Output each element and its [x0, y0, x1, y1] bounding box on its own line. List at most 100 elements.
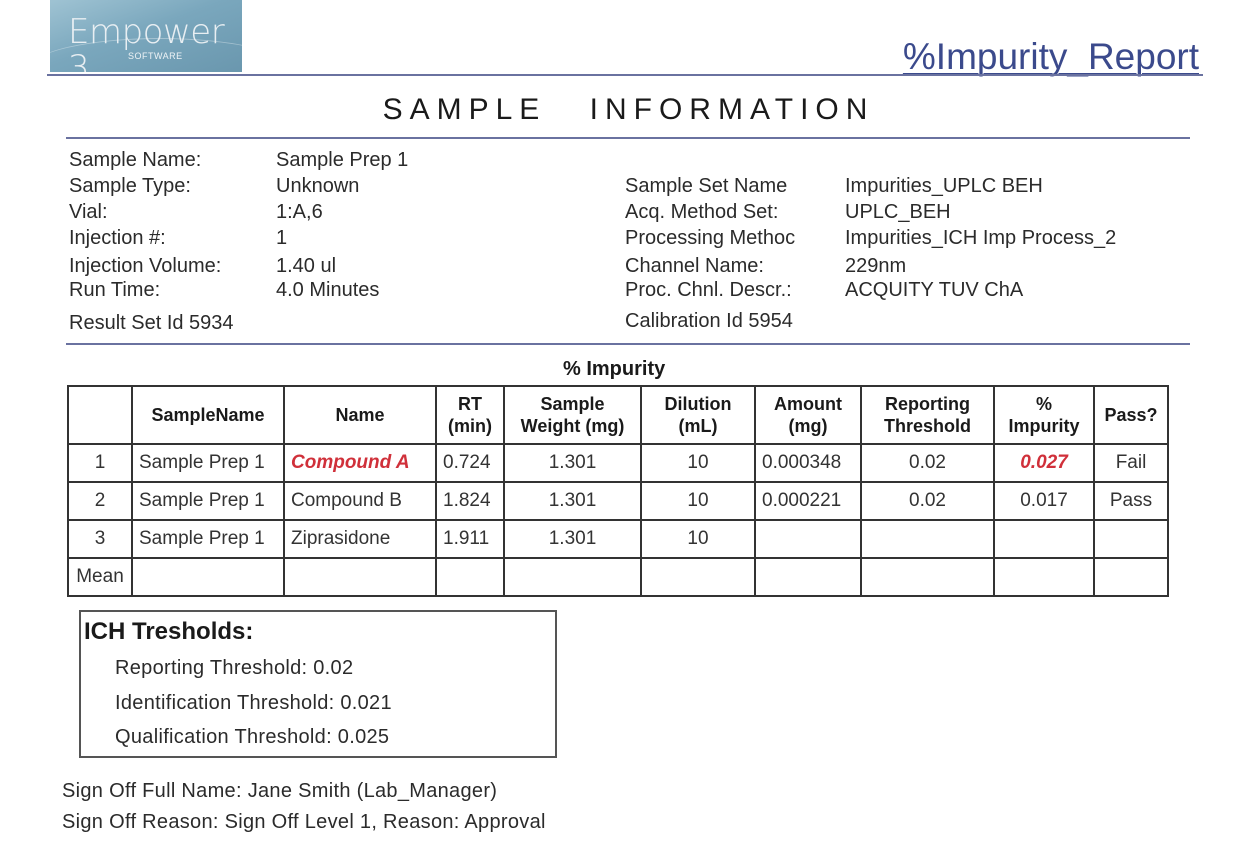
col-rt-line2: (min) — [448, 416, 492, 436]
cell-rt: 1.824 — [435, 481, 505, 521]
cell-pass — [1093, 519, 1169, 559]
section-divider — [66, 137, 1190, 139]
result-set-text: Result Set Id 5934 — [69, 312, 234, 334]
table-row: 3 Sample Prep 1 Ziprasidone 1.911 1.301 … — [67, 519, 1169, 559]
cell-pass: Pass — [1093, 481, 1169, 521]
cell-amount — [754, 519, 862, 559]
info-value: 1:A,6 — [276, 201, 323, 223]
cell-empty — [640, 557, 756, 597]
cell-sample-name: Sample Prep 1 — [131, 443, 285, 483]
cell-empty — [860, 557, 995, 597]
cell-empty — [1093, 557, 1169, 597]
col-dilution-line1: Dilution — [664, 394, 732, 414]
cell-empty — [503, 557, 642, 597]
col-weight-line2: Weight (mg) — [520, 416, 625, 436]
info-value: ACQUITY TUV ChA — [845, 279, 1024, 301]
header-divider — [47, 74, 1203, 76]
table-divider — [66, 343, 1190, 345]
cell-weight: 1.301 — [503, 519, 642, 559]
col-impurity: % Impurity — [993, 385, 1095, 445]
qualification-threshold: Qualification Threshold: 0.025 — [115, 726, 390, 748]
table-caption: % Impurity — [563, 358, 666, 380]
cell-dilution: 10 — [640, 519, 756, 559]
col-amount: Amount (mg) — [754, 385, 862, 445]
cell-index: 1 — [67, 443, 133, 483]
cell-name: Ziprasidone — [283, 519, 437, 559]
col-weight-line1: Sample — [540, 394, 605, 414]
sign-off-reason: Sign Off Reason: Sign Off Level 1, Reaso… — [62, 811, 546, 833]
cell-empty — [435, 557, 505, 597]
section-title: SAMPLE INFORMATION — [382, 93, 875, 126]
ich-thresholds-box: ICH Tresholds: Reporting Threshold: 0.02… — [79, 610, 557, 758]
col-pass: Pass? — [1093, 385, 1169, 445]
cell-dilution: 10 — [640, 481, 756, 521]
cell-reporting — [860, 519, 995, 559]
identification-threshold: Identification Threshold: 0.021 — [115, 692, 392, 714]
cell-impurity — [993, 519, 1095, 559]
table-header-row: SampleName Name RT (min) Sample Weight (mg… — [67, 385, 1169, 445]
cell-dilution: 10 — [640, 443, 756, 483]
cell-amount: 0.000348 — [754, 443, 862, 483]
empower-logo: Empower 3 SOFTWARE — [50, 0, 242, 72]
info-label: Sample Set Name — [625, 175, 788, 197]
info-label: Run Time: — [69, 279, 161, 301]
info-value: UPLC_BEH — [845, 201, 951, 223]
table-row: 1 Sample Prep 1 Compound A 0.724 1.301 1… — [67, 443, 1169, 483]
info-label: Injection Volume: — [69, 255, 222, 277]
info-value: Impurities_ICH Imp Process_2 — [845, 227, 1117, 249]
col-rt: RT (min) — [435, 385, 505, 445]
cell-empty — [993, 557, 1095, 597]
col-rt-line1: RT — [458, 394, 482, 414]
info-value: Unknown — [276, 175, 360, 197]
cell-weight: 1.301 — [503, 481, 642, 521]
cell-reporting: 0.02 — [860, 481, 995, 521]
col-amount-line2: (mg) — [788, 416, 828, 436]
cell-pass: Fail — [1093, 443, 1169, 483]
col-index — [67, 385, 133, 445]
cell-empty — [283, 557, 437, 597]
col-weight: Sample Weight (mg) — [503, 385, 642, 445]
table-row: 2 Sample Prep 1 Compound B 1.824 1.301 1… — [67, 481, 1169, 521]
cell-name: Compound B — [283, 481, 437, 521]
info-label: Acq. Method Set: — [625, 201, 779, 223]
logo-subtext: SOFTWARE — [128, 51, 183, 61]
cell-empty — [131, 557, 285, 597]
cell-empty — [754, 557, 862, 597]
info-label: Sample Type: — [69, 175, 191, 197]
cell-sample-name: Sample Prep 1 — [131, 481, 285, 521]
info-value: 1.40 ul — [276, 255, 337, 277]
cell-mean-label: Mean — [67, 557, 133, 597]
impurity-table: SampleName Name RT (min) Sample Weight (mg… — [67, 385, 1169, 597]
info-value: 1 — [276, 227, 288, 249]
col-dilution: Dilution (mL) — [640, 385, 756, 445]
info-value: 229nm — [845, 255, 907, 277]
col-sample-name: SampleName — [131, 385, 285, 445]
info-label: Processing Methoc — [625, 227, 796, 249]
cell-index: 3 — [67, 519, 133, 559]
info-label: Channel Name: — [625, 255, 764, 277]
logo-text: Empower 3 — [68, 12, 225, 72]
info-value: Sample Prep 1 — [276, 149, 409, 171]
info-label: Sample Name: — [69, 149, 202, 171]
col-name: Name — [283, 385, 437, 445]
info-value: Impurities_UPLC BEH — [845, 175, 1043, 197]
col-amount-line1: Amount — [774, 394, 842, 414]
sign-off-full-name: Sign Off Full Name: Jane Smith (Lab_Mana… — [62, 780, 498, 802]
cell-impurity: 0.017 — [993, 481, 1095, 521]
cell-amount: 0.000221 — [754, 481, 862, 521]
col-dilution-line2: (mL) — [678, 416, 718, 436]
cell-name: Compound A — [283, 443, 437, 483]
info-label: Vial: — [69, 201, 108, 223]
cell-impurity: 0.027 — [993, 443, 1095, 483]
cell-rt: 0.724 — [435, 443, 505, 483]
cell-reporting: 0.02 — [860, 443, 995, 483]
col-impurity-line2: Impurity — [1008, 416, 1080, 436]
table-row-mean: Mean — [67, 557, 1169, 597]
cell-sample-name: Sample Prep 1 — [131, 519, 285, 559]
cell-index: 2 — [67, 481, 133, 521]
col-impurity-line1: % — [1035, 394, 1052, 414]
col-reporting: Reporting Threshold — [860, 385, 995, 445]
col-reporting-line1: Reporting — [885, 394, 970, 414]
reporting-threshold: Reporting Threshold: 0.02 — [115, 657, 354, 679]
info-label: Injection #: — [69, 227, 166, 249]
